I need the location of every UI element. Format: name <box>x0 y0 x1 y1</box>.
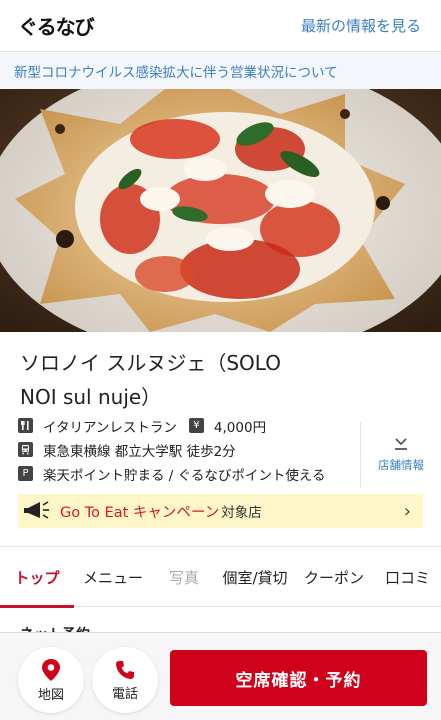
yen-icon: ¥ <box>188 418 204 433</box>
header: ぐるなび 最新の情報を見る <box>0 0 441 52</box>
megaphone-icon <box>24 501 49 519</box>
access-text: 東急東横線 都立大学駅 徒歩2分 <box>43 443 236 460</box>
restaurant-info: イタリアンレストラン ¥ 4,000円 東急東横線 都立大学駅 徒歩2分 P 楽… <box>18 414 358 486</box>
map-label: 地図 <box>37 687 64 703</box>
shop-info-button[interactable]: 店舗情報 <box>360 422 441 488</box>
map-button[interactable]: 地図 <box>18 647 84 713</box>
point-icon: P <box>18 466 33 481</box>
chevron-down-icon <box>395 438 407 450</box>
covid-notice-link[interactable]: 新型コロナウイルス感染拡大に伴う営業状況について <box>0 53 441 89</box>
goto-eat-banner[interactable]: Go To Eat キャンペーン 対象店 › <box>18 494 423 528</box>
pizza-photo <box>0 89 441 332</box>
goto-eat-suffix: 対象店 <box>221 505 262 521</box>
fork-knife-icon <box>18 418 33 433</box>
covid-notice-text: 新型コロナウイルス感染拡大に伴う営業状況について <box>14 65 338 81</box>
train-icon <box>18 442 33 457</box>
goto-eat-campaign: Go To Eat キャンペーン <box>60 504 220 521</box>
phone-button[interactable]: 電話 <box>92 647 158 713</box>
bottom-action-bar: 地図 電話 空席確認・予約 <box>0 632 441 720</box>
tab-photos[interactable]: 写真 <box>152 547 216 607</box>
phone-icon <box>116 660 134 679</box>
latest-info-link[interactable]: 最新の情報を見る <box>301 15 421 36</box>
access-row: 東急東横線 都立大学駅 徒歩2分 <box>18 438 358 461</box>
gurunavi-logo[interactable]: ぐるなび <box>18 11 95 40</box>
restaurant-name-line2: NOI sul nuje） <box>20 385 162 409</box>
genre-text: イタリアンレストラン <box>43 419 177 436</box>
points-row: P 楽天ポイント貯まる / ぐるなびポイント使える <box>18 462 358 485</box>
reserve-button[interactable]: 空席確認・予約 <box>170 650 427 706</box>
map-pin-icon <box>42 658 60 681</box>
tab-top[interactable]: トップ <box>0 547 74 608</box>
genre-budget-row: イタリアンレストラン ¥ 4,000円 <box>18 414 358 437</box>
tab-private-room[interactable]: 個室/貸切 <box>216 547 294 607</box>
tab-menu[interactable]: メニュー <box>74 547 152 607</box>
phone-label: 電話 <box>111 686 138 702</box>
budget-text: 4,000円 <box>213 419 267 436</box>
tab-bar: トップ メニュー 写真 個室/貸切 クーポン 口コミ <box>0 547 441 608</box>
tab-reviews[interactable]: 口コミ <box>374 547 441 607</box>
restaurant-name-line1: ソロノイ スルヌジェ（SOLO <box>20 351 281 375</box>
shop-info-label: 店舗情報 <box>378 458 424 472</box>
restaurant-name: ソロノイ スルヌジェ（SOLO NOI sul nuje） <box>20 346 420 414</box>
tab-coupon[interactable]: クーポン <box>294 547 374 607</box>
points-text: 楽天ポイント貯まる / ぐるなびポイント使える <box>43 467 326 484</box>
chevron-right-icon: › <box>403 500 411 522</box>
hero-photo <box>0 89 441 332</box>
